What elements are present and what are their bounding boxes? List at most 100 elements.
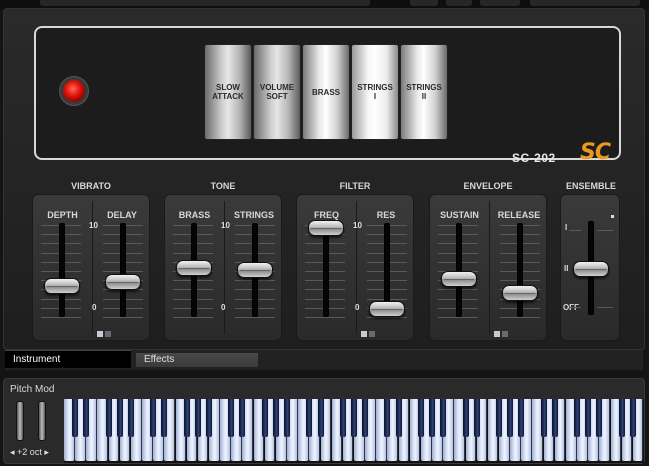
black-key[interactable] [384,399,391,437]
pitch-wheel[interactable] [16,401,24,441]
page-indicator [361,331,367,337]
black-key[interactable] [339,399,346,437]
preset-volume-soft-button[interactable]: VOLUME SOFT [253,44,301,140]
ensemble-box: I II OFF [560,194,620,341]
black-key[interactable] [362,399,369,437]
brass-label: BRASS [178,210,211,220]
page-indicator [97,331,103,337]
res-label: RES [376,210,396,220]
black-key[interactable] [518,399,525,437]
delay-slider[interactable] [105,273,141,290]
black-key[interactable] [540,399,547,437]
filter-title: FILTER [339,181,371,191]
depth-label: DEPTH [47,210,78,220]
freq-slider[interactable] [308,219,344,236]
page-indicator [494,331,500,337]
delay-label: DELAY [107,210,137,220]
scale-tick [235,317,275,318]
black-key[interactable] [272,399,279,437]
black-key[interactable] [116,399,123,437]
black-key[interactable] [194,399,201,437]
page-indicator [502,331,508,337]
black-key[interactable] [306,399,313,437]
octave-up-icon[interactable]: ▸ [44,447,49,457]
black-key[interactable] [239,399,246,437]
black-key[interactable] [161,399,168,437]
depth-slider[interactable] [44,278,80,294]
black-key[interactable] [395,399,402,437]
scale-min: 0 [355,303,360,312]
ensemble-switch[interactable] [573,261,609,277]
vibrato-box: DEPTH DELAY 10 0 [32,194,150,341]
octave-value: +2 oct [17,447,42,457]
instrument-panel: SLOW ATTACK VOLUME SOFT BRASS STRINGS I … [3,8,645,350]
preset-display: SLOW ATTACK VOLUME SOFT BRASS STRINGS I … [34,26,621,165]
black-key[interactable] [228,399,235,437]
black-key[interactable] [105,399,112,437]
black-key[interactable] [83,399,90,437]
res-slider[interactable] [369,300,405,317]
page-indicator [105,331,111,337]
brand-logo: SC [580,140,611,165]
black-key[interactable] [440,399,447,437]
scale-min: 0 [221,303,226,312]
black-key[interactable] [629,399,636,437]
scale-tick [305,317,345,318]
mod-wheel[interactable] [38,401,46,441]
black-key[interactable] [284,399,291,437]
freq-label: FREQ [313,210,339,220]
black-key[interactable] [618,399,625,437]
keyboard-panel: Pitch Mod ◂ +2 oct ▸ [3,378,645,464]
octave-down-icon[interactable]: ◂ [10,447,15,457]
black-key[interactable] [72,399,79,437]
tab-bar: Instrument Effects [5,350,643,370]
sustain-slider[interactable] [441,270,477,287]
ensemble-pos-1-label: I [565,223,568,232]
preset-strings-2-button[interactable]: STRINGS II [400,44,448,140]
black-key[interactable] [127,399,134,437]
ensemble-pos-2-label: II [564,264,569,273]
black-key[interactable] [551,399,558,437]
black-key[interactable] [183,399,190,437]
preset-strings-1-button[interactable]: STRINGS I [351,44,399,140]
strings-slider[interactable] [237,261,273,278]
black-key[interactable] [351,399,357,437]
piano-keyboard[interactable] [64,399,644,463]
black-key[interactable] [206,399,212,437]
ensemble-dot [611,215,614,218]
release-slider[interactable] [502,285,538,302]
scale-tick [367,317,407,318]
black-key[interactable] [507,399,514,437]
black-key[interactable] [417,399,424,437]
envelope-box: SUSTAIN RELEASE [429,194,547,341]
strings-label: STRINGS [233,210,274,220]
scale-tick [500,317,540,318]
black-key[interactable] [150,399,157,437]
ensemble-title: ENSEMBLE [565,181,616,191]
scale-max: 10 [89,221,98,230]
black-key[interactable] [462,399,469,437]
scale-tick [173,317,213,318]
tone-box: BRASS STRINGS 10 0 [164,194,282,341]
black-key[interactable] [473,399,480,437]
tab-effects[interactable]: Effects [135,352,259,368]
black-key[interactable] [496,399,502,437]
release-label: RELEASE [497,210,541,220]
scale-tick [41,317,81,318]
tone-title: TONE [210,181,236,191]
brass-slider[interactable] [176,260,212,276]
preset-slow-attack-button[interactable]: SLOW ATTACK [204,44,252,140]
black-key[interactable] [429,399,436,437]
sustain-label: SUSTAIN [440,210,479,220]
black-key[interactable] [596,399,603,437]
black-key[interactable] [317,399,324,437]
black-key[interactable] [261,399,268,437]
envelope-title: ENVELOPE [463,181,513,191]
octave-selector[interactable]: ◂ +2 oct ▸ [10,447,49,458]
power-led [63,80,85,102]
black-key[interactable] [574,399,581,437]
vibrato-title: VIBRATO [71,181,111,191]
black-key[interactable] [585,399,592,437]
tab-instrument[interactable]: Instrument [5,350,131,368]
preset-brass-button[interactable]: BRASS [302,44,350,140]
